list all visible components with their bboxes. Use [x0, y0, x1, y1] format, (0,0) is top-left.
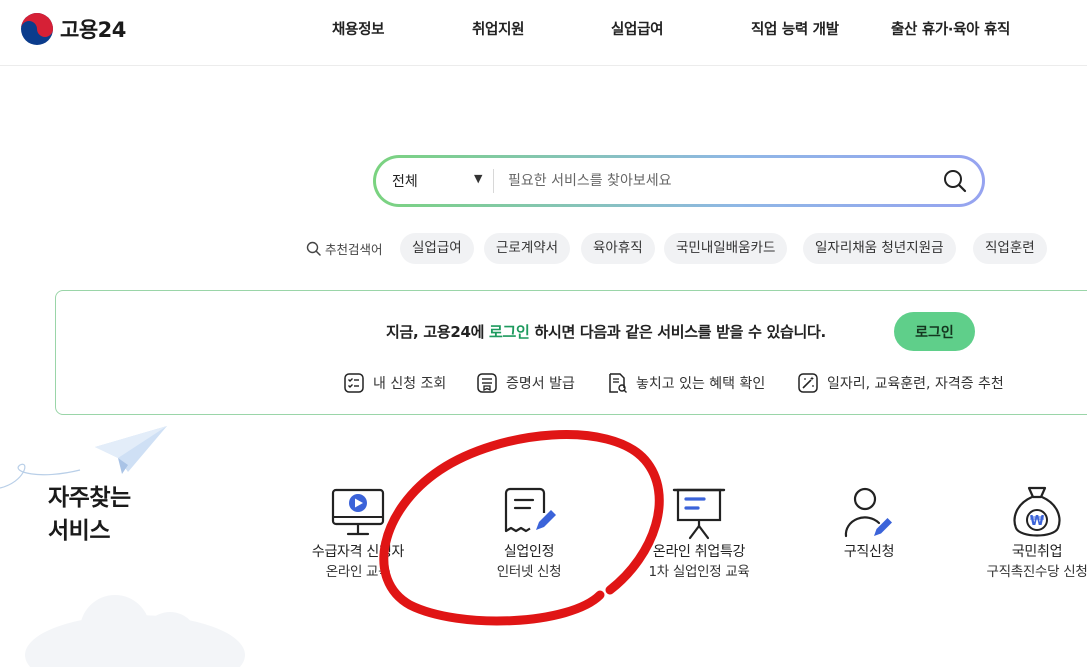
frequent-title-line2: 서비스 — [48, 518, 110, 544]
nav-job-info[interactable]: 채용정보 — [332, 18, 384, 39]
service-label: 증명서 발급 — [506, 376, 575, 392]
presentation-board-icon — [672, 488, 726, 540]
search-bar-inner: 전체 ▼ — [376, 158, 982, 204]
tag-labor-contract[interactable]: 근로계약서 — [484, 233, 571, 264]
user-pen-icon — [844, 487, 892, 538]
fav-national-employment[interactable]: ₩ 국민취업 구직촉진수당 신청 — [937, 484, 1087, 582]
nav-unemployment-benefit[interactable]: 실업급여 — [611, 18, 663, 39]
service-my-applications[interactable]: 내 신청 조회 — [343, 372, 446, 394]
document-pen-icon — [504, 487, 556, 533]
fav-line2: 1차 실업인정 교육 — [648, 564, 750, 580]
login-button[interactable]: 로그인 — [894, 312, 975, 351]
login-msg-highlight: 로그인 — [489, 323, 530, 341]
tag-youth-subsidy[interactable]: 일자리채움 청년지원금 — [803, 233, 956, 264]
fav-online-education[interactable]: 수급자격 신청자 온라인 교육 — [258, 484, 458, 582]
taegeuk-logo-icon — [21, 13, 53, 45]
logo-text: 고용24 — [60, 18, 126, 42]
search-icon — [306, 241, 321, 256]
video-monitor-icon — [331, 488, 385, 536]
frequent-services-title: 자주찾는 서비스 — [48, 482, 131, 548]
site-header: 고용24 채용정보 취업지원 실업급여 직업 능력 개발 출산 휴가·육아 휴직 — [0, 0, 1087, 66]
search-icon[interactable] — [942, 168, 968, 194]
login-msg-before: 지금, 고용24에 — [386, 323, 490, 341]
site-logo[interactable]: 고용24 — [20, 12, 126, 46]
nav-maternity-parental-leave[interactable]: 출산 휴가·육아 휴직 — [891, 18, 1010, 39]
login-msg-after: 하시면 다음과 같은 서비스를 받을 수 있습니다. — [529, 323, 826, 341]
search-divider — [493, 169, 494, 193]
magic-wand-icon — [798, 373, 818, 393]
service-label: 내 신청 조회 — [373, 376, 447, 392]
recommended-search-label: 추천검색어 — [306, 239, 383, 258]
nav-vocational-training[interactable]: 직업 능력 개발 — [751, 18, 839, 39]
login-message: 지금, 고용24에 로그인 하시면 다음과 같은 서비스를 받을 수 있습니다. — [386, 321, 826, 342]
service-certificate-issue[interactable]: 증명서 발급 — [476, 372, 575, 394]
nav-employment-support[interactable]: 취업지원 — [472, 18, 524, 39]
service-missed-benefits[interactable]: 놓치고 있는 혜택 확인 — [606, 372, 765, 394]
fav-line1: 수급자격 신청자 — [311, 544, 405, 560]
svg-text:₩: ₩ — [1030, 514, 1045, 529]
tag-unemployment-benefit[interactable]: 실업급여 — [400, 233, 474, 264]
document-search-icon — [609, 373, 627, 393]
money-bag-icon: ₩ — [1013, 486, 1061, 537]
recommended-label-text: 추천검색어 — [325, 242, 383, 257]
fav-line2: 온라인 교육 — [325, 564, 391, 580]
service-recommendations[interactable]: 일자리, 교육훈련, 자격증 추천 — [797, 372, 1004, 394]
service-label: 놓치고 있는 혜택 확인 — [636, 376, 766, 392]
checklist-icon — [344, 373, 364, 393]
search-input[interactable] — [508, 166, 908, 196]
tag-learning-card[interactable]: 국민내일배움카드 — [664, 233, 788, 264]
fav-line2: 구직촉진수당 신청 — [986, 564, 1087, 580]
fav-line1: 국민취업 — [1011, 544, 1063, 560]
login-promo-box: 지금, 고용24에 로그인 하시면 다음과 같은 서비스를 받을 수 있습니다.… — [55, 290, 1087, 415]
service-label: 일자리, 교육훈련, 자격증 추천 — [827, 376, 1004, 392]
caret-down-icon[interactable]: ▼ — [474, 172, 482, 185]
cloud-decoration — [25, 595, 245, 667]
search-bar: 전체 ▼ — [373, 155, 985, 207]
frequent-title-line1: 자주찾는 — [48, 485, 131, 511]
tag-job-training[interactable]: 직업훈련 — [973, 233, 1047, 264]
certificate-icon — [477, 373, 497, 393]
tag-parental-leave[interactable]: 육아휴직 — [581, 233, 655, 264]
search-scope-select[interactable]: 전체 — [392, 171, 418, 191]
